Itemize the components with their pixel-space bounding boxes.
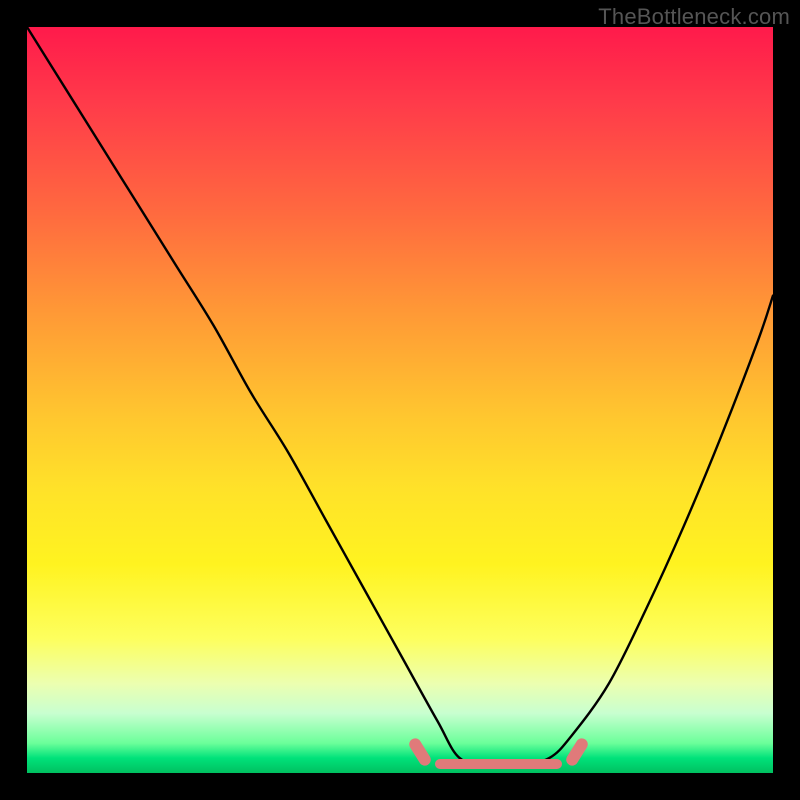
plot-area <box>27 27 773 773</box>
chart-frame: TheBottleneck.com <box>0 0 800 800</box>
optimal-marker-floor-icon <box>435 759 562 769</box>
bottleneck-curve <box>27 27 773 773</box>
